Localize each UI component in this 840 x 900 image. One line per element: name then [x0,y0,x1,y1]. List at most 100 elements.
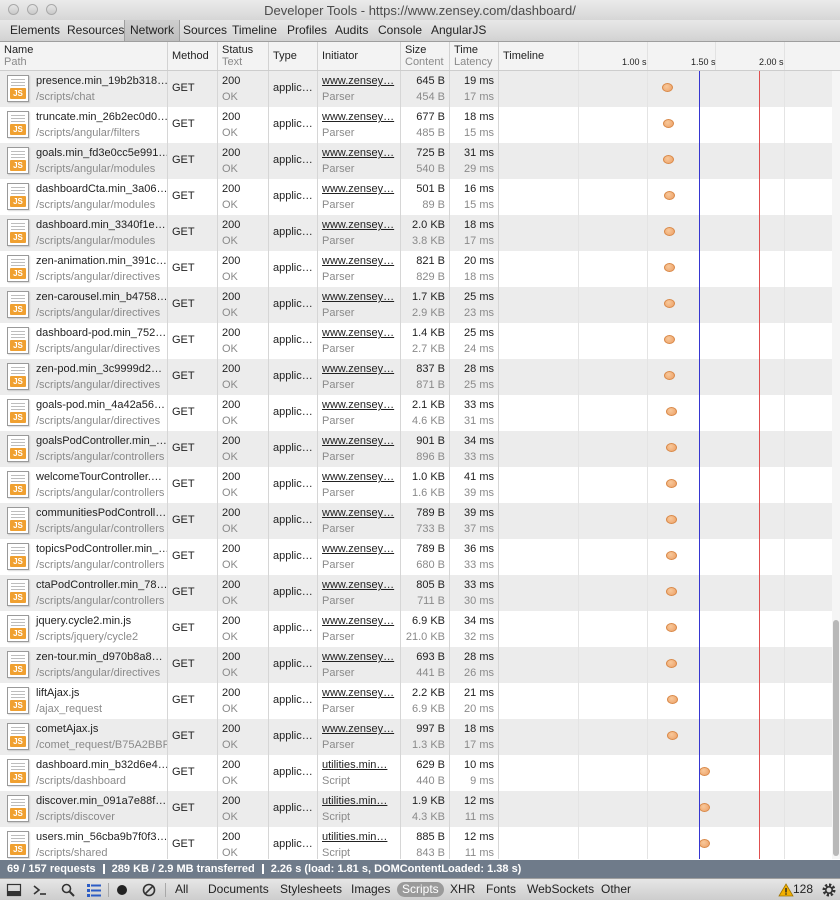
request-name-cell[interactable]: JS ctaPodController.min_78… /scripts/angul… [0,575,168,611]
timeline-bar[interactable] [664,263,676,272]
timeline-bar[interactable] [665,659,677,668]
request-row[interactable]: JS liftAjax.js/ajax_request GET 200 OK applic… [0,683,840,719]
initiator-link[interactable]: www.zensey… [322,219,394,231]
filter-other[interactable]: Other [598,882,634,897]
request-row[interactable]: JS dashboard.min_b32d6e4… /scripts/dashboa… [0,755,840,791]
request-name-cell[interactable]: JS welcomeTourController.… /scripts/angula… [0,467,168,503]
column-header-time[interactable]: Time Latency [450,42,499,70]
initiator-link[interactable]: www.zensey… [322,183,394,195]
request-row[interactable]: JS goalsPodController.min_… /scripts/angul… [0,431,840,467]
request-name-cell[interactable]: JS zen-tour.min_d970b8a8… /scripts/angular… [0,647,168,683]
request-row[interactable]: JS truncate.min_26b2ec0d0… /scripts/angula… [0,107,840,143]
timeline-bar[interactable] [698,767,710,776]
request-name-cell[interactable]: JS liftAjax.js/ajax_request [0,683,168,719]
initiator-link[interactable]: utilities.min… [322,831,387,843]
column-header-name[interactable]: Name Path [0,42,168,70]
filter-images[interactable]: Images [348,882,393,897]
timeline-bar[interactable] [664,227,676,236]
tab-console[interactable]: Console [373,20,427,41]
timeline-bar[interactable] [661,83,673,92]
timeline-bar[interactable] [665,479,677,488]
tab-elements[interactable]: Elements [5,20,65,41]
timeline-bar[interactable] [698,839,710,848]
request-row[interactable]: JS jquery.cycle2.min.js/scripts/jquery/cy… [0,611,840,647]
tab-resources[interactable]: Resources [62,20,129,41]
filter-fonts[interactable]: Fonts [483,882,519,897]
filter-all[interactable]: All [172,882,191,897]
console-drawer-icon[interactable] [32,882,48,898]
request-row[interactable]: JS communitiesPodControll… /scripts/angula… [0,503,840,539]
timeline-bar[interactable] [662,119,674,128]
request-name-cell[interactable]: JS zen-carousel.min_b4758… /scripts/angula… [0,287,168,323]
initiator-link[interactable]: www.zensey… [322,687,394,699]
initiator-link[interactable]: www.zensey… [322,291,394,303]
request-row[interactable]: JS zen-animation.min_391c… /scripts/angula… [0,251,840,287]
gear-icon[interactable] [821,882,837,898]
request-name-cell[interactable]: JS users.min_56cba9b7f0f3… /scripts/shared [0,827,168,859]
request-name-cell[interactable]: JS jquery.cycle2.min.js/scripts/jquery/cy… [0,611,168,647]
timeline-bar[interactable] [664,371,676,380]
timeline-bar[interactable] [665,587,677,596]
filter-xhr[interactable]: XHR [447,882,478,897]
request-name-cell[interactable]: JS goalsPodController.min_… /scripts/angul… [0,431,168,467]
request-name-cell[interactable]: JS truncate.min_26b2ec0d0… /scripts/angula… [0,107,168,143]
clear-icon[interactable] [141,882,157,898]
timeline-bar[interactable] [664,299,676,308]
timeline-bar[interactable] [667,695,679,704]
initiator-link[interactable]: www.zensey… [322,579,394,591]
request-name-cell[interactable]: JS goals.min_fd3e0cc5e991… /scripts/angula… [0,143,168,179]
tab-sources[interactable]: Sources [178,20,232,41]
dock-icon[interactable] [6,882,22,898]
request-name-cell[interactable]: JS communitiesPodControll… /scripts/angula… [0,503,168,539]
timeline-bar[interactable] [665,551,677,560]
request-row[interactable]: JS cometAjax.js/comet_request/B75A2BBFI GE… [0,719,840,755]
initiator-link[interactable]: www.zensey… [322,471,394,483]
request-name-cell[interactable]: JS cometAjax.js/comet_request/B75A2BBFI [0,719,168,755]
timeline-bar[interactable] [664,335,676,344]
request-row[interactable]: JS presence.min_19b2b318… /scripts/chat GET… [0,71,840,107]
request-name-cell[interactable]: JS dashboard.min_3340f1e… /scripts/angular… [0,215,168,251]
filter-websockets[interactable]: WebSockets [524,882,597,897]
request-name-cell[interactable]: JS presence.min_19b2b318… /scripts/chat [0,71,168,107]
timeline-bar[interactable] [665,443,677,452]
timeline-bar[interactable] [667,731,679,740]
timeline-bar[interactable] [665,407,677,416]
filter-stylesheets[interactable]: Stylesheets [277,882,345,897]
initiator-link[interactable]: utilities.min… [322,795,387,807]
search-icon[interactable] [60,882,76,898]
filter-documents[interactable]: Documents [205,882,272,897]
request-row[interactable]: JS dashboard-pod.min_752… /scripts/angular… [0,323,840,359]
tab-angularjs[interactable]: AngularJS [426,20,491,41]
request-name-cell[interactable]: JS dashboard.min_b32d6e4… /scripts/dashboa… [0,755,168,791]
tab-profiles[interactable]: Profiles [282,20,332,41]
request-name-cell[interactable]: JS dashboard-pod.min_752… /scripts/angular… [0,323,168,359]
initiator-link[interactable]: www.zensey… [322,75,394,87]
request-name-cell[interactable]: JS discover.min_091a7e88f… /scripts/discov… [0,791,168,827]
column-header-type[interactable]: Type [269,42,318,70]
initiator-link[interactable]: www.zensey… [322,723,394,735]
request-row[interactable]: JS goals-pod.min_4a42a56… /scripts/angular… [0,395,840,431]
initiator-link[interactable]: www.zensey… [322,147,394,159]
request-name-cell[interactable]: JS zen-animation.min_391c… /scripts/angula… [0,251,168,287]
timeline-bar[interactable] [698,803,710,812]
column-header-size[interactable]: Size Content [401,42,450,70]
column-header-initiator[interactable]: Initiator [318,42,401,70]
tab-timeline[interactable]: Timeline [227,20,282,41]
initiator-link[interactable]: www.zensey… [322,111,394,123]
warning-count[interactable]: 128 [790,882,816,897]
filter-scripts[interactable]: Scripts [397,882,444,897]
request-name-cell[interactable]: JS topicsPodController.min_… /scripts/angu… [0,539,168,575]
timeline-bar[interactable] [664,191,676,200]
record-icon[interactable] [114,882,130,898]
initiator-link[interactable]: www.zensey… [322,327,394,339]
initiator-link[interactable]: www.zensey… [322,363,394,375]
request-row[interactable]: JS users.min_56cba9b7f0f3… /scripts/shared… [0,827,840,859]
initiator-link[interactable]: www.zensey… [322,435,394,447]
request-row[interactable]: JS topicsPodController.min_… /scripts/angu… [0,539,840,575]
request-name-cell[interactable]: JS goals-pod.min_4a42a56… /scripts/angular… [0,395,168,431]
initiator-link[interactable]: www.zensey… [322,507,394,519]
column-header-status[interactable]: Status Text [218,42,269,70]
request-row[interactable]: JS dashboard.min_3340f1e… /scripts/angular… [0,215,840,251]
request-row[interactable]: JS discover.min_091a7e88f… /scripts/discov… [0,791,840,827]
timeline-bar[interactable] [665,623,677,632]
